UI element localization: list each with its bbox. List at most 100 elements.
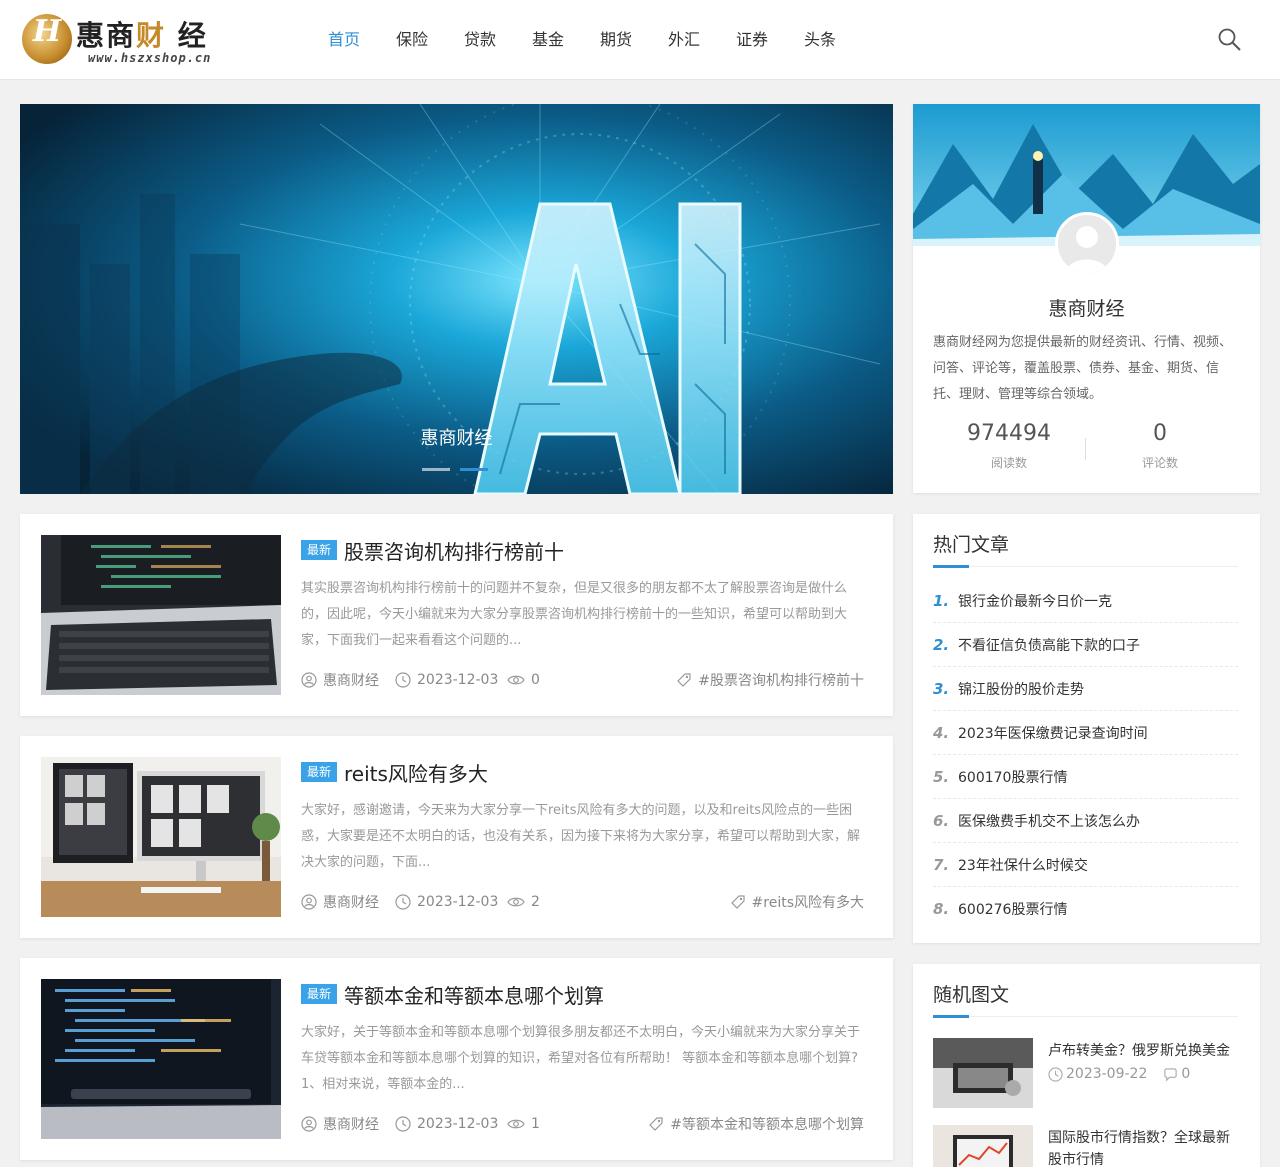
user-icon: [301, 672, 317, 688]
hot-article-title: 600170股票行情: [958, 769, 1068, 786]
article-thumbnail[interactable]: [41, 535, 281, 695]
hot-article-item[interactable]: 3. 锦江股份的股价走势: [933, 667, 1238, 711]
hot-article-title: 锦江股份的股价走势: [958, 681, 1084, 698]
hot-rank: 8.: [933, 900, 950, 918]
nav-item-loans[interactable]: 贷款: [446, 28, 514, 52]
hot-rank: 1.: [933, 591, 950, 610]
hot-article-item[interactable]: 6. 医保缴费手机交不上该怎么办: [933, 799, 1238, 843]
article-title[interactable]: reits风险有多大: [344, 758, 488, 787]
new-badge: 最新: [301, 984, 338, 1004]
article-meta: 惠商财经 2023-12-03 0 #股票咨询机构排行榜前十: [301, 670, 864, 690]
nav-item-insurance[interactable]: 保险: [378, 28, 446, 52]
random-post-title: 卢布转美金？俄罗斯兑换美金: [1048, 1043, 1230, 1059]
carousel-dot-2[interactable]: [460, 468, 488, 471]
hot-articles-title: 热门文章: [933, 534, 1010, 556]
random-post-item[interactable]: 国际股市行情指数？全球最新股市行情: [933, 1125, 1238, 1167]
hot-article-item[interactable]: 1. 银行金价最新今日价一克: [933, 579, 1238, 623]
clock-icon: [395, 1116, 411, 1132]
views-count: 2: [531, 894, 540, 910]
hot-article-item[interactable]: 7. 23年社保什么时候交: [933, 843, 1238, 887]
random-post-date: 2023-09-22: [1066, 1066, 1148, 1082]
main-nav: 首页 保险 贷款 基金 期货 外汇 证券 头条: [310, 28, 854, 52]
stat-reads: 974494 阅读数: [934, 420, 1084, 471]
hot-rank: 6.: [933, 811, 950, 830]
meta-tag[interactable]: #股票咨询机构排行榜前十: [676, 670, 864, 690]
nav-item-home[interactable]: 首页: [310, 28, 378, 52]
article-excerpt: 大家好，感谢邀请，今天来为大家分享一下reits风险有多大的问题，以及和reit…: [301, 803, 861, 870]
profile-card: 惠商财经 惠商财经网为您提供最新的财经资讯、行情、视频、问答、评论等，覆盖股票、…: [913, 104, 1260, 493]
random-post-item[interactable]: 卢布转美金？俄罗斯兑换美金 2023-09-22 0: [933, 1038, 1238, 1110]
article-excerpt: 大家好，关于等额本金和等额本息哪个划算很多朋友都还不太明白，今天小编就来为大家分…: [301, 1025, 861, 1092]
nav-item-forex[interactable]: 外汇: [650, 28, 718, 52]
article-thumbnail[interactable]: [41, 757, 281, 917]
widget-divider: [933, 566, 1238, 567]
hot-article-title: 不看征信负债高能下款的口子: [958, 637, 1140, 654]
profile-description: 惠商财经网为您提供最新的财经资讯、行情、视频、问答、评论等，覆盖股票、债券、基金…: [933, 335, 1233, 402]
meta-tag[interactable]: #reits风险有多大: [730, 892, 864, 912]
widget-divider-accent: [933, 565, 969, 568]
hot-article-item[interactable]: 5. 600170股票行情: [933, 755, 1238, 799]
hot-article-item[interactable]: 2. 不看征信负债高能下款的口子: [933, 623, 1238, 667]
article-title-row: 最新 等额本金和等额本息哪个划算: [301, 980, 871, 1008]
meta-date: 2023-12-03: [395, 670, 498, 690]
random-post-thumbnail[interactable]: [933, 1125, 1033, 1167]
tag-text: #等额本金和等额本息哪个划算: [670, 1117, 864, 1133]
hot-rank: 2.: [933, 635, 950, 654]
hot-article-item[interactable]: 4. 2023年医保缴费记录查询时间: [933, 711, 1238, 755]
views-count: 1: [531, 1116, 540, 1132]
eye-icon: [507, 1119, 525, 1129]
article-title[interactable]: 等额本金和等额本息哪个划算: [344, 980, 604, 1009]
nav-item-futures[interactable]: 期货: [582, 28, 650, 52]
author-name: 惠商财经: [323, 1117, 379, 1133]
user-icon: [301, 1116, 317, 1132]
stat-comments-value: 0: [1153, 421, 1167, 446]
profile-name: 惠商财经: [1048, 298, 1125, 320]
meta-views: 1: [507, 1114, 540, 1134]
eye-icon: [507, 897, 525, 907]
new-badge: 最新: [301, 540, 338, 560]
author-name: 惠商财经: [323, 673, 379, 689]
meta-views: 0: [507, 670, 540, 690]
tag-text: #股票咨询机构排行榜前十: [698, 673, 864, 689]
logo-mark-letter: H: [32, 14, 62, 49]
search-icon[interactable]: [1216, 26, 1244, 54]
article-thumbnail[interactable]: [41, 979, 281, 1139]
tag-icon: [649, 1117, 663, 1131]
meta-author[interactable]: 惠商财经: [301, 892, 379, 912]
tag-icon: [677, 673, 691, 687]
logo-name-b: 财: [136, 19, 167, 52]
date-text: 2023-12-03: [417, 894, 499, 910]
clock-icon: [395, 672, 411, 688]
stat-reads-value: 974494: [967, 421, 1051, 446]
meta-date: 2023-12-03: [395, 892, 498, 912]
new-badge: 最新: [301, 762, 338, 782]
banner-caption: 惠商财经: [420, 428, 493, 449]
nav-item-securities[interactable]: 证券: [718, 28, 786, 52]
hot-article-item[interactable]: 8. 600276股票行情: [933, 887, 1238, 931]
meta-tag[interactable]: #等额本金和等额本息哪个划算: [648, 1114, 864, 1134]
random-post-thumbnail[interactable]: [933, 1038, 1033, 1108]
stat-comments-label: 评论数: [1141, 456, 1178, 470]
logo-mark: H: [22, 14, 72, 64]
random-post-comments: 0: [1181, 1066, 1191, 1082]
nav-item-funds[interactable]: 基金: [514, 28, 582, 52]
meta-author[interactable]: 惠商财经: [301, 670, 379, 690]
article-title[interactable]: 股票咨询机构排行榜前十: [344, 536, 564, 565]
meta-author[interactable]: 惠商财经: [301, 1114, 379, 1134]
clock-icon: [395, 894, 411, 910]
logo-name-a: 惠商: [76, 19, 137, 52]
hot-rank: 4.: [933, 723, 950, 742]
tag-icon: [730, 895, 745, 909]
nav-item-headlines[interactable]: 头条: [786, 28, 854, 52]
hot-article-title: 2023年医保缴费记录查询时间: [958, 725, 1148, 742]
article-excerpt: 其实股票咨询机构排行榜前十的问题并不复杂，但是又很多的朋友都不太了解股票咨询是做…: [301, 581, 848, 648]
site-header: H 惠商财 经 www.hszxshop.cn 首页 保险 贷款 基金 期货 外…: [0, 0, 1280, 80]
random-posts-title: 随机图文: [933, 984, 1010, 1006]
widget-divider: [933, 1016, 1238, 1017]
hero-banner[interactable]: 惠商财经: [20, 104, 893, 494]
hot-article-title: 医保缴费手机交不上该怎么办: [958, 813, 1140, 830]
carousel-dot-1[interactable]: [422, 468, 450, 471]
hot-rank: 5.: [933, 767, 950, 786]
article-card: 最新 股票咨询机构排行榜前十 其实股票咨询机构排行榜前十的问题并不复杂，但是又很…: [20, 514, 893, 716]
site-logo[interactable]: H 惠商财 经 www.hszxshop.cn: [22, 12, 252, 68]
